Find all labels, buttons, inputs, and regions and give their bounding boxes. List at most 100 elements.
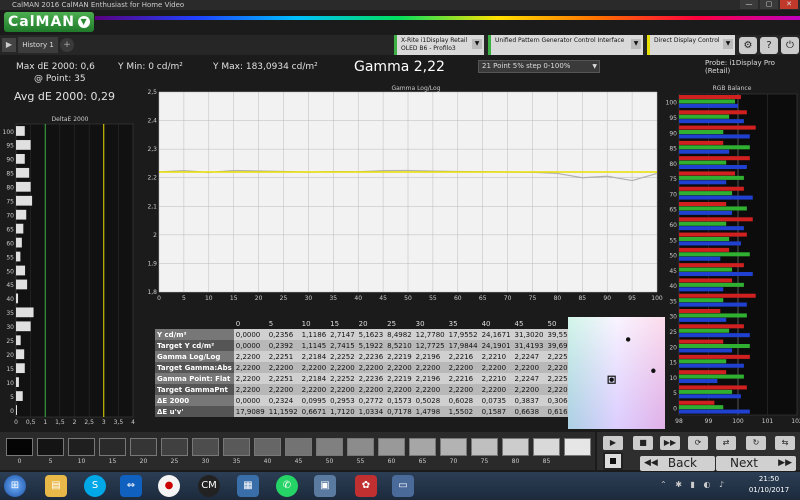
patch-swatch[interactable]: 25 <box>159 436 190 468</box>
row-label: Y cd/m² <box>155 329 234 340</box>
teamviewer-icon[interactable]: ⇔ <box>120 475 142 497</box>
chrome-icon[interactable]: ● <box>158 475 180 497</box>
rgb-bar <box>679 119 744 124</box>
swap-icon[interactable]: ⇆ <box>775 436 795 450</box>
table-cell: 11,1592 <box>266 406 300 417</box>
y-tick-label: 15 <box>6 366 14 373</box>
calman-logo-button[interactable]: CalMAN ▼ <box>4 12 94 32</box>
minimize-button[interactable]: — <box>740 0 758 9</box>
file-explorer-icon[interactable]: ▤ <box>45 475 67 497</box>
patch-swatch[interactable]: 5 <box>35 436 66 468</box>
y-tick-label: 70 <box>669 191 677 198</box>
table-cell: 2,2219 <box>385 373 414 384</box>
table-row: ΔE u'v' 17,9089 11,1592 0,6671 1,7120 1,0334 0… <box>155 406 579 417</box>
table-cell: 2,2200 <box>328 384 357 395</box>
patch-swatch[interactable]: 50 <box>314 436 345 468</box>
table-cell: 2,7415 <box>328 340 357 351</box>
remote-app-icon[interactable]: ▣ <box>314 475 336 497</box>
patch-swatch[interactable]: 75 <box>469 436 500 468</box>
close-button[interactable]: ✕ <box>780 0 798 9</box>
patch-swatch[interactable]: 10 <box>66 436 97 468</box>
rgb-bar <box>679 302 747 307</box>
meter-device-selector[interactable]: X-Rite i1Display Retail OLED B6 - Profil… <box>394 35 484 55</box>
table-row: Target Gamma:Abs 2,2200 2,2200 2,2200 2,2200… <box>155 362 579 373</box>
column-header[interactable]: 15 <box>328 318 357 329</box>
windows-start-icon[interactable]: ⊞ <box>4 475 26 497</box>
y-min-label: Y Min: 0 cd/m² <box>118 62 183 72</box>
back-button[interactable]: ◀◀ Back <box>640 456 715 471</box>
refresh-icon[interactable]: ↻ <box>746 436 766 450</box>
column-header[interactable]: 30 <box>413 318 447 329</box>
whatsapp-icon[interactable]: ✆ <box>276 475 298 497</box>
patch-swatch[interactable]: 55 <box>345 436 376 468</box>
rgb-bar <box>679 298 724 303</box>
pattern-generator-selector[interactable]: Unified Pattern Generator Control Interf… <box>488 35 643 55</box>
swatch-color <box>130 438 157 456</box>
rgb-bar <box>679 247 730 252</box>
skype-icon[interactable]: S <box>84 475 106 497</box>
chevron-down-icon: ▼ <box>592 63 597 70</box>
power-icon[interactable]: ⏻ <box>781 37 799 54</box>
column-header[interactable]: 45 <box>512 318 546 329</box>
app-icon-red[interactable]: ✿ <box>355 475 377 497</box>
settings-gear-icon[interactable]: ⚙ <box>739 37 757 54</box>
patch-swatch[interactable]: 80 <box>500 436 531 468</box>
patch-swatch[interactable] <box>562 436 593 468</box>
deltae-bar <box>16 363 25 374</box>
taskbar-clock[interactable]: 21:50 01/10/2017 <box>740 474 798 496</box>
display-control-selector[interactable]: Direct Display Control ▼ <box>647 35 735 55</box>
table-cell: 0,6638 <box>512 406 546 417</box>
patch-swatch[interactable]: 65 <box>407 436 438 468</box>
deltae-bar <box>16 209 27 220</box>
point-preset-dropdown[interactable]: 21 Point 5% step 0-100% ▼ <box>478 60 600 73</box>
y-tick-label: 75 <box>6 199 14 206</box>
rgb-bar <box>679 252 750 257</box>
y-tick-label: 90 <box>6 157 14 164</box>
table-cell: 2,2200 <box>233 384 267 395</box>
sync-icon[interactable]: ⇄ <box>716 436 736 450</box>
x-tick-label: 60 <box>454 295 462 302</box>
calman-taskbar-icon[interactable]: CM <box>198 475 220 497</box>
loop-icon[interactable]: ⟳ <box>688 436 708 450</box>
tab-history-1[interactable]: History 1 <box>18 37 58 53</box>
patch-swatch[interactable]: 35 <box>221 436 252 468</box>
table-cell: 2,2247 <box>512 373 546 384</box>
y-tick-label: 55 <box>6 254 14 261</box>
play-icon[interactable]: ▶ <box>603 436 623 450</box>
column-header[interactable]: 35 <box>446 318 480 329</box>
column-header[interactable]: 0 <box>233 318 267 329</box>
maximize-button[interactable]: ▢ <box>760 0 778 9</box>
patch-swatch[interactable]: 85 <box>531 436 562 468</box>
column-header[interactable]: 40 <box>479 318 513 329</box>
expand-arrow-icon[interactable]: ▶ <box>2 38 16 52</box>
deltae-bar <box>16 405 17 415</box>
patch-swatch[interactable]: 70 <box>438 436 469 468</box>
y-tick-label: 80 <box>6 185 14 192</box>
table-cell: 2,2184 <box>299 351 329 362</box>
y-tick-label: 2,3 <box>147 146 157 153</box>
patch-swatch[interactable]: 0 <box>4 436 35 468</box>
system-tray-icons[interactable]: ⌃ ✱ ▮ ◐ ♪ <box>660 480 727 489</box>
patch-swatch[interactable]: 60 <box>376 436 407 468</box>
column-header[interactable]: 10 <box>299 318 329 329</box>
patch-swatch[interactable]: 15 <box>97 436 128 468</box>
read-continuous-icon[interactable]: ■ <box>633 436 653 450</box>
column-header[interactable]: 20 <box>356 318 386 329</box>
stop-button[interactable] <box>603 452 623 470</box>
y-tick-label: 50 <box>6 268 14 275</box>
column-header[interactable]: 25 <box>385 318 414 329</box>
network-app-icon[interactable]: ▦ <box>237 475 259 497</box>
x-tick-label: 5 <box>182 295 186 302</box>
window-app-icon[interactable]: ▭ <box>392 475 414 497</box>
add-tab-button[interactable]: + <box>60 38 74 52</box>
column-header[interactable]: 5 <box>266 318 300 329</box>
next-button[interactable]: Next ▶▶ <box>716 456 796 471</box>
patch-swatch[interactable]: 30 <box>190 436 221 468</box>
patch-swatch[interactable]: 20 <box>128 436 159 468</box>
patch-swatch[interactable]: 45 <box>283 436 314 468</box>
read-series-icon[interactable]: ▶▶ <box>660 436 680 450</box>
help-icon[interactable]: ? <box>760 37 778 54</box>
table-cell: 2,2216 <box>446 351 480 362</box>
patch-swatch[interactable]: 40 <box>252 436 283 468</box>
table-row: Target Y cd/m² 0,0000 0,2392 1,1145 2,7415 5,… <box>155 340 579 351</box>
